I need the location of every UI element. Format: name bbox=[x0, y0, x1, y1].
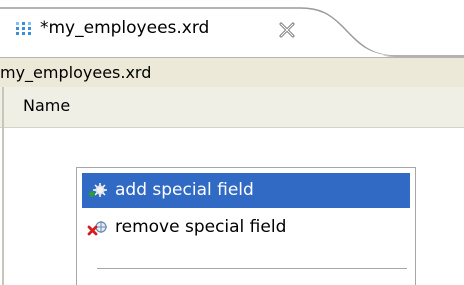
menu-separator bbox=[97, 268, 407, 269]
table-column-header[interactable]: Name bbox=[0, 87, 464, 128]
context-menu: add special field remove special field bbox=[76, 167, 416, 285]
menu-item-label: remove special field bbox=[115, 217, 287, 237]
remove-field-icon bbox=[87, 218, 109, 238]
grid-dots-icon bbox=[12, 20, 36, 40]
file-path-bar: my_employees.xrd bbox=[0, 57, 464, 87]
menu-item-label: add special field bbox=[115, 180, 254, 200]
table-left-border bbox=[2, 128, 4, 285]
column-header-name[interactable]: Name bbox=[23, 96, 70, 115]
header-left-border bbox=[2, 87, 4, 128]
file-path-label: my_employees.xrd bbox=[0, 63, 152, 82]
editor-tab-bar: *my_employees.xrd bbox=[0, 0, 464, 57]
add-field-icon bbox=[87, 181, 109, 201]
menu-item-add-special-field[interactable]: add special field bbox=[82, 173, 410, 208]
editor-tab-title: *my_employees.xrd bbox=[40, 18, 210, 38]
close-icon[interactable] bbox=[279, 22, 295, 38]
menu-item-remove-special-field[interactable]: remove special field bbox=[82, 210, 410, 245]
